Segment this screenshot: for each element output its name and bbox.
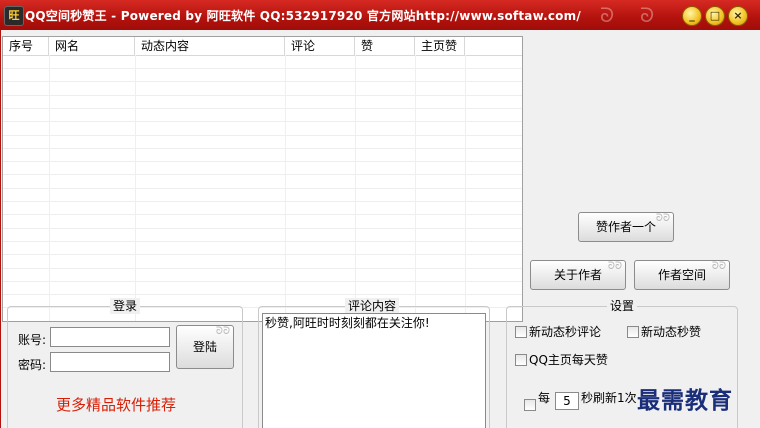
column-header-homepage-like[interactable]: 主页赞 bbox=[415, 37, 465, 55]
table-row[interactable] bbox=[3, 201, 522, 216]
close-button[interactable]: × bbox=[728, 6, 748, 26]
table-header: 序号 网名 动态内容 评论 赞 主页赞 bbox=[3, 37, 522, 56]
title-bar[interactable]: 旺 QQ空间秒赞王 - Powered by 阿旺软件 QQ:532917920… bbox=[0, 0, 760, 30]
more-software-link[interactable]: 更多精品软件推荐 bbox=[56, 394, 176, 415]
swirl-decoration-icon: ᘐᘐ bbox=[655, 213, 670, 224]
table-row[interactable] bbox=[3, 161, 522, 176]
comment-group: 评论内容 秒赞,阿旺时时刻刻都在关注你! bbox=[258, 298, 490, 428]
every-label: 每 bbox=[538, 391, 551, 405]
minimize-button[interactable]: _ bbox=[682, 6, 702, 26]
new-feed-like-label[interactable]: 新动态秒赞 bbox=[641, 324, 701, 340]
new-feed-like-checkbox[interactable] bbox=[627, 326, 639, 338]
column-header-nickname[interactable]: 网名 bbox=[49, 37, 135, 55]
author-space-button[interactable]: 作者空间 ᘐᘐ bbox=[634, 260, 730, 290]
swirl-decoration-icon: ᘐᘐ bbox=[607, 261, 622, 272]
app-window: 旺 QQ空间秒赞王 - Powered by 阿旺软件 QQ:532917920… bbox=[0, 0, 760, 428]
homepage-daily-like-checkbox[interactable] bbox=[515, 354, 527, 366]
column-divider bbox=[49, 55, 50, 321]
column-divider bbox=[135, 55, 136, 321]
table-row[interactable] bbox=[3, 255, 522, 269]
table-row[interactable] bbox=[3, 215, 522, 229]
column-divider bbox=[285, 55, 286, 321]
like-author-button[interactable]: 赞作者一个 ᘐᘐ bbox=[578, 212, 674, 242]
table-row[interactable] bbox=[3, 135, 522, 149]
table-row[interactable] bbox=[3, 68, 522, 83]
table-row[interactable] bbox=[3, 268, 522, 282]
login-button-label: 登陆 bbox=[192, 340, 217, 354]
table-row[interactable] bbox=[3, 55, 522, 69]
column-divider bbox=[415, 55, 416, 321]
author-space-label: 作者空间 bbox=[657, 268, 706, 282]
column-header-like[interactable]: 赞 bbox=[355, 37, 415, 55]
about-author-button[interactable]: 关于作者 ᘐᘐ bbox=[530, 260, 626, 290]
account-input[interactable] bbox=[50, 327, 170, 347]
table-row[interactable] bbox=[3, 148, 522, 163]
password-label: 密码: bbox=[18, 358, 47, 372]
settings-group-title: 设置 bbox=[607, 298, 638, 314]
main-content: 序号 网名 动态内容 评论 赞 主页赞 赞作者一个 ᘐᘐ 关于作者 ᘐᘐ 作者空… bbox=[0, 30, 760, 428]
column-divider bbox=[465, 55, 466, 321]
account-label: 账号: bbox=[18, 333, 47, 347]
column-header-comment[interactable]: 评论 bbox=[285, 37, 355, 55]
timed-refresh-checkbox[interactable] bbox=[524, 399, 536, 411]
column-divider bbox=[355, 55, 356, 321]
table-row[interactable] bbox=[3, 95, 522, 109]
table-row[interactable] bbox=[3, 281, 522, 296]
new-feed-comment-label[interactable]: 新动态秒评论 bbox=[529, 324, 601, 340]
feed-table[interactable]: 序号 网名 动态内容 评论 赞 主页赞 bbox=[2, 36, 523, 322]
swirl-decoration-icon: ᘐ bbox=[600, 3, 615, 27]
maximize-button[interactable]: □ bbox=[705, 6, 725, 26]
password-input[interactable] bbox=[50, 352, 170, 372]
login-button[interactable]: 登陆 ᘐᘐ bbox=[176, 325, 234, 369]
column-header-index[interactable]: 序号 bbox=[3, 37, 49, 55]
column-header-content[interactable]: 动态内容 bbox=[135, 37, 285, 55]
like-author-label: 赞作者一个 bbox=[595, 220, 656, 234]
table-row[interactable] bbox=[3, 175, 522, 189]
login-group-title: 登录 bbox=[110, 298, 141, 314]
comment-textarea[interactable]: 秒赞,阿旺时时刻刻都在关注你! bbox=[262, 313, 486, 428]
refresh-label: 秒刷新1次 bbox=[581, 391, 637, 405]
swirl-decoration-icon: ᘐᘐ bbox=[215, 326, 230, 337]
table-row[interactable] bbox=[3, 188, 522, 202]
table-row[interactable] bbox=[3, 122, 522, 136]
comment-group-title: 评论内容 bbox=[345, 298, 400, 314]
watermark-text: 最需教育 bbox=[637, 387, 733, 414]
window-title: QQ空间秒赞王 - Powered by 阿旺软件 QQ:532917920 官… bbox=[25, 9, 581, 23]
swirl-decoration-icon: ᘐᘐ bbox=[711, 261, 726, 272]
swirl-decoration-icon: ᘐ bbox=[640, 3, 655, 27]
interval-input[interactable]: 5 bbox=[555, 392, 579, 410]
homepage-daily-like-label[interactable]: QQ主页每天赞 bbox=[529, 352, 608, 368]
new-feed-comment-checkbox[interactable] bbox=[515, 326, 527, 338]
app-icon: 旺 bbox=[4, 6, 24, 26]
table-row[interactable] bbox=[3, 241, 522, 256]
table-row[interactable] bbox=[3, 108, 522, 123]
table-row[interactable] bbox=[3, 228, 522, 242]
about-author-label: 关于作者 bbox=[553, 268, 602, 282]
table-row[interactable] bbox=[3, 82, 522, 96]
